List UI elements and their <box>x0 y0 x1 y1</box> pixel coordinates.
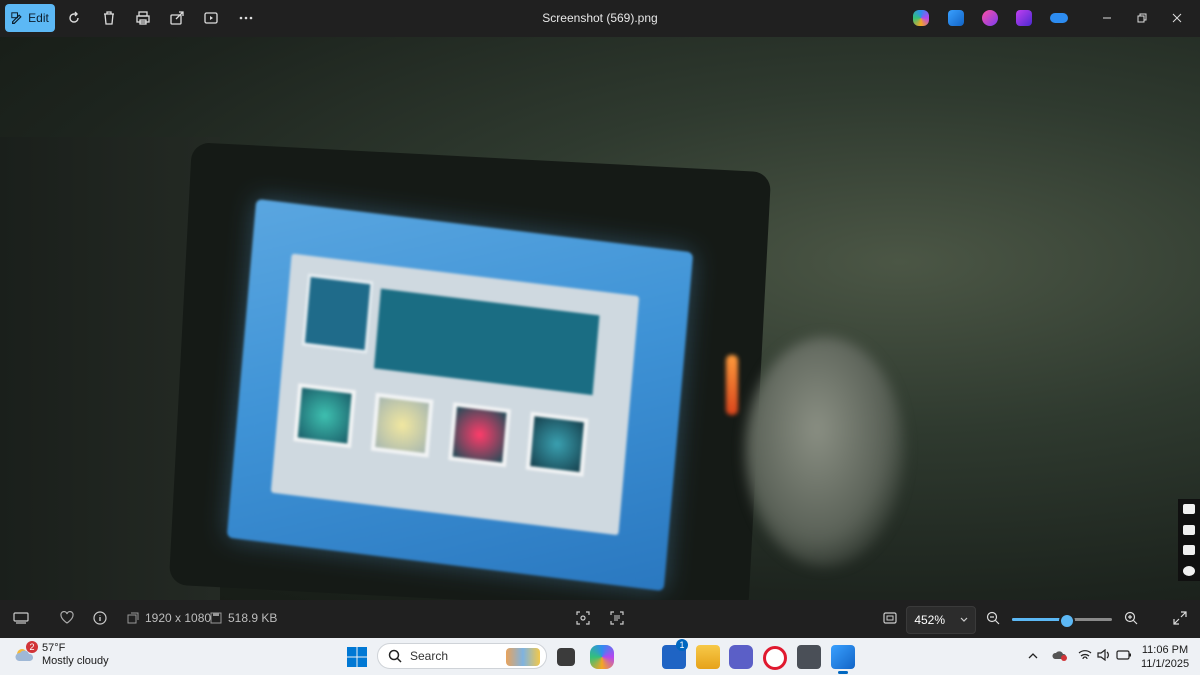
volume-icon[interactable] <box>1097 648 1111 664</box>
opera-icon[interactable] <box>763 646 787 670</box>
chevron-down-icon <box>960 617 968 622</box>
video-editor-icon[interactable] <box>1016 10 1032 26</box>
file-explorer-icon[interactable] <box>696 645 720 669</box>
scan-text-icon[interactable] <box>610 611 624 625</box>
photo-screen-panel <box>270 253 640 536</box>
print-icon[interactable] <box>133 8 153 28</box>
dimensions-text: 1920 x 1080 <box>145 611 212 625</box>
edit-icon <box>11 11 22 24</box>
weather-alert-badge: 2 <box>26 641 38 653</box>
file-size-text: 518.9 KB <box>228 611 278 625</box>
fullscreen-icon[interactable] <box>1173 611 1187 625</box>
active-app-indicator <box>838 671 848 674</box>
visual-search-icon[interactable] <box>576 611 590 625</box>
windows-start-icon[interactable] <box>346 646 368 668</box>
photo-screen-tile <box>525 411 589 477</box>
photo-tv-screen <box>226 198 694 592</box>
fit-to-window-icon[interactable] <box>883 611 897 625</box>
dimensions-icon <box>127 612 139 624</box>
clock-date: 11/1/2025 <box>1140 658 1190 670</box>
delete-icon[interactable] <box>99 8 119 28</box>
search-placeholder: Search <box>410 649 449 663</box>
photo-screen-tile <box>370 392 434 458</box>
zoom-out-icon[interactable] <box>986 611 1000 625</box>
title-toolbar: Edit Screenshot (569).png <box>0 0 1200 37</box>
clipchamp-icon[interactable] <box>982 10 998 26</box>
clock-time: 11:06 PM <box>1141 644 1189 656</box>
system-clock[interactable]: 11:06 PM 11/1/2025 <box>1138 643 1192 671</box>
photo-hand <box>745 337 905 567</box>
onedrive-tray-icon[interactable] <box>1052 649 1068 664</box>
weather-widget[interactable]: 2 57°F Mostly cloudy <box>14 641 109 668</box>
search-highlight-icon <box>506 648 540 666</box>
more-icon[interactable] <box>236 8 256 28</box>
zoom-slider-thumb[interactable] <box>1059 613 1075 629</box>
calculator-icon[interactable] <box>797 645 821 669</box>
zoom-dropdown[interactable]: 452% <box>906 606 976 634</box>
battery-icon[interactable] <box>1116 649 1132 664</box>
photos-app-icon[interactable] <box>831 645 855 669</box>
favorite-icon[interactable] <box>60 611 74 624</box>
zoom-slider[interactable] <box>1012 613 1112 629</box>
copy-icon[interactable] <box>1183 545 1195 556</box>
photo-screen-icon-tile <box>301 273 374 354</box>
microsoft-store-icon[interactable]: 1 <box>662 639 688 669</box>
photo-screen-tile <box>293 383 357 449</box>
gear-icon[interactable] <box>1183 565 1195 576</box>
onedrive-icon[interactable] <box>1050 13 1068 23</box>
copilot-icon[interactable] <box>913 10 929 26</box>
edit-button[interactable]: Edit <box>5 4 55 32</box>
search-icon <box>388 649 402 663</box>
file-size: 518.9 KB <box>210 611 277 625</box>
temperature: 57°F <box>42 642 66 654</box>
photo-orange-light <box>726 355 738 415</box>
slideshow-icon[interactable] <box>201 8 221 28</box>
taskbar-search-input[interactable]: Search <box>377 643 547 669</box>
capture-overlay <box>1178 499 1200 581</box>
weather-condition: Mostly cloudy <box>42 655 109 667</box>
restore-icon[interactable] <box>1130 8 1154 28</box>
camera-icon[interactable] <box>1183 504 1195 515</box>
windows-taskbar: 2 57°F Mostly cloudy Search 1 11:06 PM 1… <box>0 638 1200 675</box>
copilot-app-icon[interactable] <box>590 645 614 669</box>
edit-label: Edit <box>28 11 49 25</box>
task-view-icon[interactable] <box>557 648 575 666</box>
zoom-value: 452% <box>914 613 946 627</box>
photos-designer-icon[interactable] <box>948 10 964 26</box>
rotate-icon[interactable] <box>64 8 84 28</box>
chevron-up-icon[interactable] <box>1028 649 1038 663</box>
store-badge: 1 <box>676 639 688 651</box>
photo-screen-tile <box>448 402 511 468</box>
close-icon[interactable] <box>1165 8 1189 28</box>
zoom-in-icon[interactable] <box>1124 611 1138 625</box>
teams-icon[interactable] <box>729 645 753 669</box>
share-icon[interactable] <box>167 8 187 28</box>
save-disk-icon <box>210 612 222 624</box>
filmstrip-icon[interactable] <box>13 611 29 625</box>
image-dimensions: 1920 x 1080 <box>127 611 211 625</box>
status-bar: 1920 x 1080 518.9 KB 452% <box>0 600 1200 638</box>
wifi-icon[interactable] <box>1078 649 1092 664</box>
minimize-icon[interactable] <box>1095 8 1119 28</box>
photo-screen-text-block <box>373 288 600 396</box>
info-icon[interactable] <box>93 611 107 625</box>
video-icon[interactable] <box>1183 524 1195 535</box>
image-canvas[interactable] <box>0 37 1200 600</box>
